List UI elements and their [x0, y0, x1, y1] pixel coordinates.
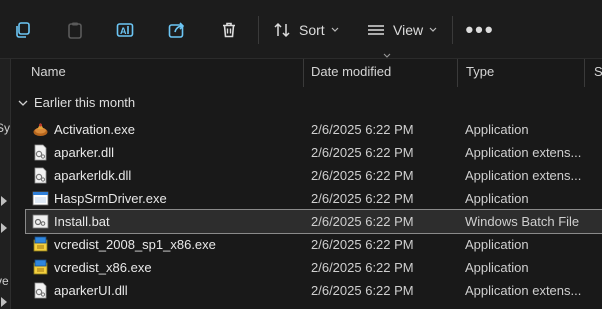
trash-icon [223, 22, 235, 38]
sort-button[interactable]: Sort [273, 14, 343, 46]
nav-expand-icon[interactable] [1, 297, 7, 307]
file-name: vcredist_2008_sp1_x86.exe [54, 237, 216, 252]
column-header-row: Name Date modified Type S [11, 53, 602, 87]
rename-icon: A [116, 23, 134, 37]
file-date: 2/6/2025 6:22 PM [311, 237, 414, 252]
nav-expand-icon[interactable] [1, 223, 7, 233]
file-name: aparkerldk.dll [54, 168, 132, 183]
view-button[interactable]: View [367, 14, 441, 46]
nav-item-fragment[interactable]: ve [0, 274, 9, 288]
file-date: 2/6/2025 6:22 PM [311, 168, 414, 183]
file-type: Windows Batch File [465, 214, 580, 229]
rename-button[interactable]: A [112, 14, 138, 46]
file-date: 2/6/2025 6:22 PM [311, 145, 414, 160]
pane-splitter[interactable] [10, 59, 11, 309]
dll-file-icon [34, 282, 47, 299]
file-type: Application [465, 260, 529, 275]
svg-text:A: A [120, 26, 127, 36]
file-type: Application extens... [465, 283, 582, 298]
file-row[interactable]: Activation.exe 2/6/2025 6:22 PM Applicat… [26, 118, 602, 141]
column-resize-handle[interactable] [457, 59, 458, 87]
installer-icon [33, 236, 48, 252]
dll-file-icon [34, 144, 47, 161]
file-name: HaspSrmDriver.exe [54, 191, 167, 206]
column-header-name[interactable]: Name [31, 64, 66, 79]
paste-icon [68, 22, 82, 39]
file-type: Application extens... [465, 168, 582, 183]
chevron-down-icon [429, 27, 437, 32]
copy-icon [16, 22, 30, 38]
file-date: 2/6/2025 6:22 PM [311, 122, 414, 137]
paste-button[interactable] [62, 14, 88, 46]
file-date: 2/6/2025 6:22 PM [311, 214, 414, 229]
column-header-size[interactable]: S [594, 64, 602, 79]
file-row-selected[interactable]: Install.bat 2/6/2025 6:22 PM Windows Bat… [25, 209, 602, 234]
navigation-pane[interactable]: Sy ve [0, 59, 10, 309]
file-type: Application [465, 191, 529, 206]
sort-direction-icon [383, 53, 391, 58]
dll-file-icon [34, 167, 47, 184]
chevron-down-icon [18, 100, 28, 106]
more-options-button[interactable]: ••• [465, 14, 495, 46]
column-resize-handle[interactable] [584, 59, 585, 87]
view-label: View [393, 22, 424, 38]
column-header-date-modified[interactable]: Date modified [311, 64, 391, 79]
toolbar-divider [258, 16, 259, 44]
group-header[interactable]: Earlier this month [18, 95, 135, 110]
file-row[interactable]: vcredist_2008_sp1_x86.exe 2/6/2025 6:22 … [26, 233, 602, 256]
file-date: 2/6/2025 6:22 PM [311, 260, 414, 275]
group-label: Earlier this month [34, 95, 136, 110]
file-name: Activation.exe [54, 122, 135, 137]
more-options-icon: ••• [465, 17, 495, 42]
file-row[interactable]: aparkerldk.dll 2/6/2025 6:22 PM Applicat… [26, 164, 602, 187]
file-type: Application extens... [465, 145, 582, 160]
file-row[interactable]: vcredist_x86.exe 2/6/2025 6:22 PM Applic… [26, 256, 602, 279]
file-name: vcredist_x86.exe [54, 260, 152, 275]
column-header-type[interactable]: Type [466, 64, 494, 79]
file-name: aparkerUI.dll [54, 283, 128, 298]
file-row[interactable]: HaspSrmDriver.exe 2/6/2025 6:22 PM Appli… [26, 187, 602, 210]
view-list-icon [368, 25, 384, 35]
file-date: 2/6/2025 6:22 PM [311, 191, 414, 206]
file-name: aparker.dll [54, 145, 114, 160]
file-date: 2/6/2025 6:22 PM [311, 283, 414, 298]
sort-icon [274, 22, 290, 38]
copy-button[interactable] [10, 14, 36, 46]
sort-label: Sort [299, 22, 325, 38]
column-resize-handle[interactable] [303, 59, 304, 87]
nav-item-fragment[interactable]: Sy [0, 121, 10, 135]
file-row[interactable]: aparkerUI.dll 2/6/2025 6:22 PM Applicati… [26, 279, 602, 302]
chevron-down-icon [331, 27, 339, 32]
batch-file-icon [32, 214, 49, 229]
file-type: Application [465, 237, 529, 252]
share-button[interactable] [164, 14, 190, 46]
delete-button[interactable] [216, 14, 242, 46]
toolbar-divider [452, 16, 453, 44]
activation-app-icon [33, 123, 48, 136]
nav-expand-icon[interactable] [1, 196, 7, 206]
share-icon [168, 22, 185, 38]
file-row[interactable]: aparker.dll 2/6/2025 6:22 PM Application… [26, 141, 602, 164]
command-bar: A Sort View ••• [0, 0, 602, 59]
window-app-icon [32, 191, 49, 206]
file-name: Install.bat [54, 214, 110, 229]
installer-icon [33, 259, 48, 275]
file-type: Application [465, 122, 529, 137]
